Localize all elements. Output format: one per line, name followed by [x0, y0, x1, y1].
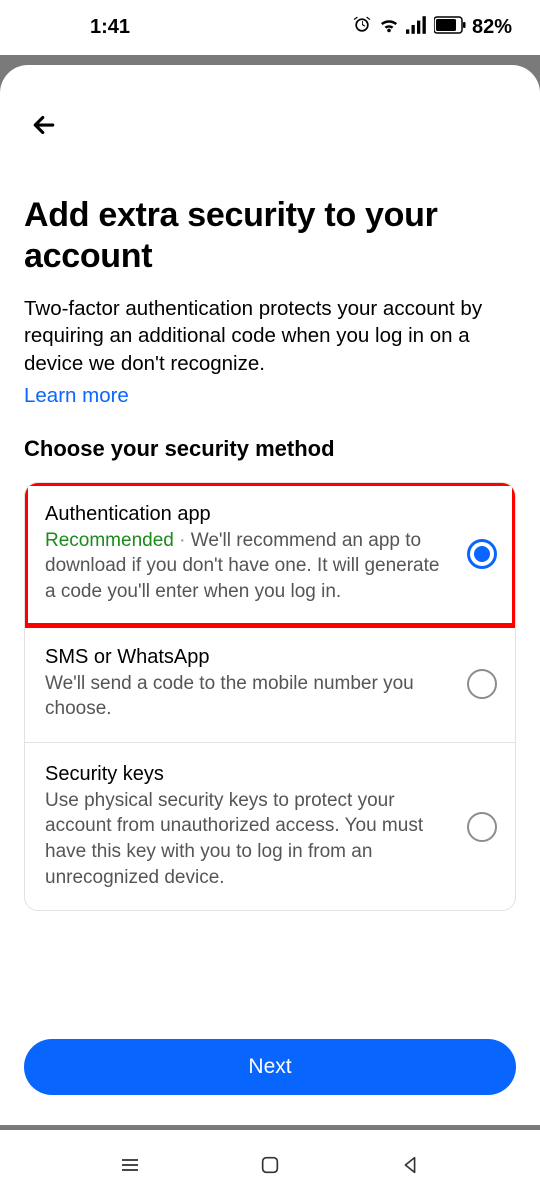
recommended-label: Recommended: [45, 530, 174, 551]
option-title: Authentication app: [45, 503, 453, 526]
page-description: Two-factor authentication protects your …: [24, 295, 516, 378]
option-title: Security keys: [45, 763, 453, 786]
status-right: 82%: [352, 15, 512, 41]
option-text: SMS or WhatsApp We'll send a code to the…: [45, 646, 453, 722]
content-area: Add extra security to your account Two-f…: [0, 65, 540, 911]
next-button[interactable]: Next: [24, 1039, 516, 1095]
radio-unselected-icon[interactable]: [467, 812, 497, 842]
nav-home-icon[interactable]: [256, 1151, 284, 1179]
signal-icon: [406, 16, 428, 40]
section-heading: Choose your security method: [24, 436, 516, 462]
radio-selected-icon[interactable]: [467, 539, 497, 569]
page-title: Add extra security to your account: [24, 195, 516, 277]
option-description: Recommended · We'll recommend an app to …: [45, 528, 453, 605]
option-security-keys[interactable]: Security keys Use physical security keys…: [25, 743, 515, 911]
nav-back-icon[interactable]: [396, 1151, 424, 1179]
radio-unselected-icon[interactable]: [467, 669, 497, 699]
android-nav-bar: [0, 1130, 540, 1200]
nav-recent-icon[interactable]: [116, 1151, 144, 1179]
option-text: Security keys Use physical security keys…: [45, 763, 453, 891]
wifi-icon: [378, 16, 400, 40]
arrow-left-icon: [29, 110, 59, 140]
option-description: Use physical security keys to protect yo…: [45, 788, 453, 891]
separator: ·: [174, 530, 191, 551]
option-text: Authentication app Recommended · We'll r…: [45, 503, 453, 605]
battery-icon: [434, 16, 466, 40]
back-button[interactable]: [24, 105, 64, 145]
security-options-list: Authentication app Recommended · We'll r…: [24, 482, 516, 912]
status-time: 1:41: [90, 16, 130, 39]
option-title: SMS or WhatsApp: [45, 646, 453, 669]
option-description: We'll send a code to the mobile number y…: [45, 671, 453, 722]
alarm-icon: [352, 15, 372, 41]
option-authentication-app[interactable]: Authentication app Recommended · We'll r…: [25, 483, 515, 626]
option-sms-whatsapp[interactable]: SMS or WhatsApp We'll send a code to the…: [25, 626, 515, 743]
learn-more-link[interactable]: Learn more: [24, 384, 129, 408]
main-sheet: Add extra security to your account Two-f…: [0, 65, 540, 1125]
status-bar: 1:41 82%: [0, 0, 540, 55]
battery-percent: 82%: [472, 16, 512, 39]
